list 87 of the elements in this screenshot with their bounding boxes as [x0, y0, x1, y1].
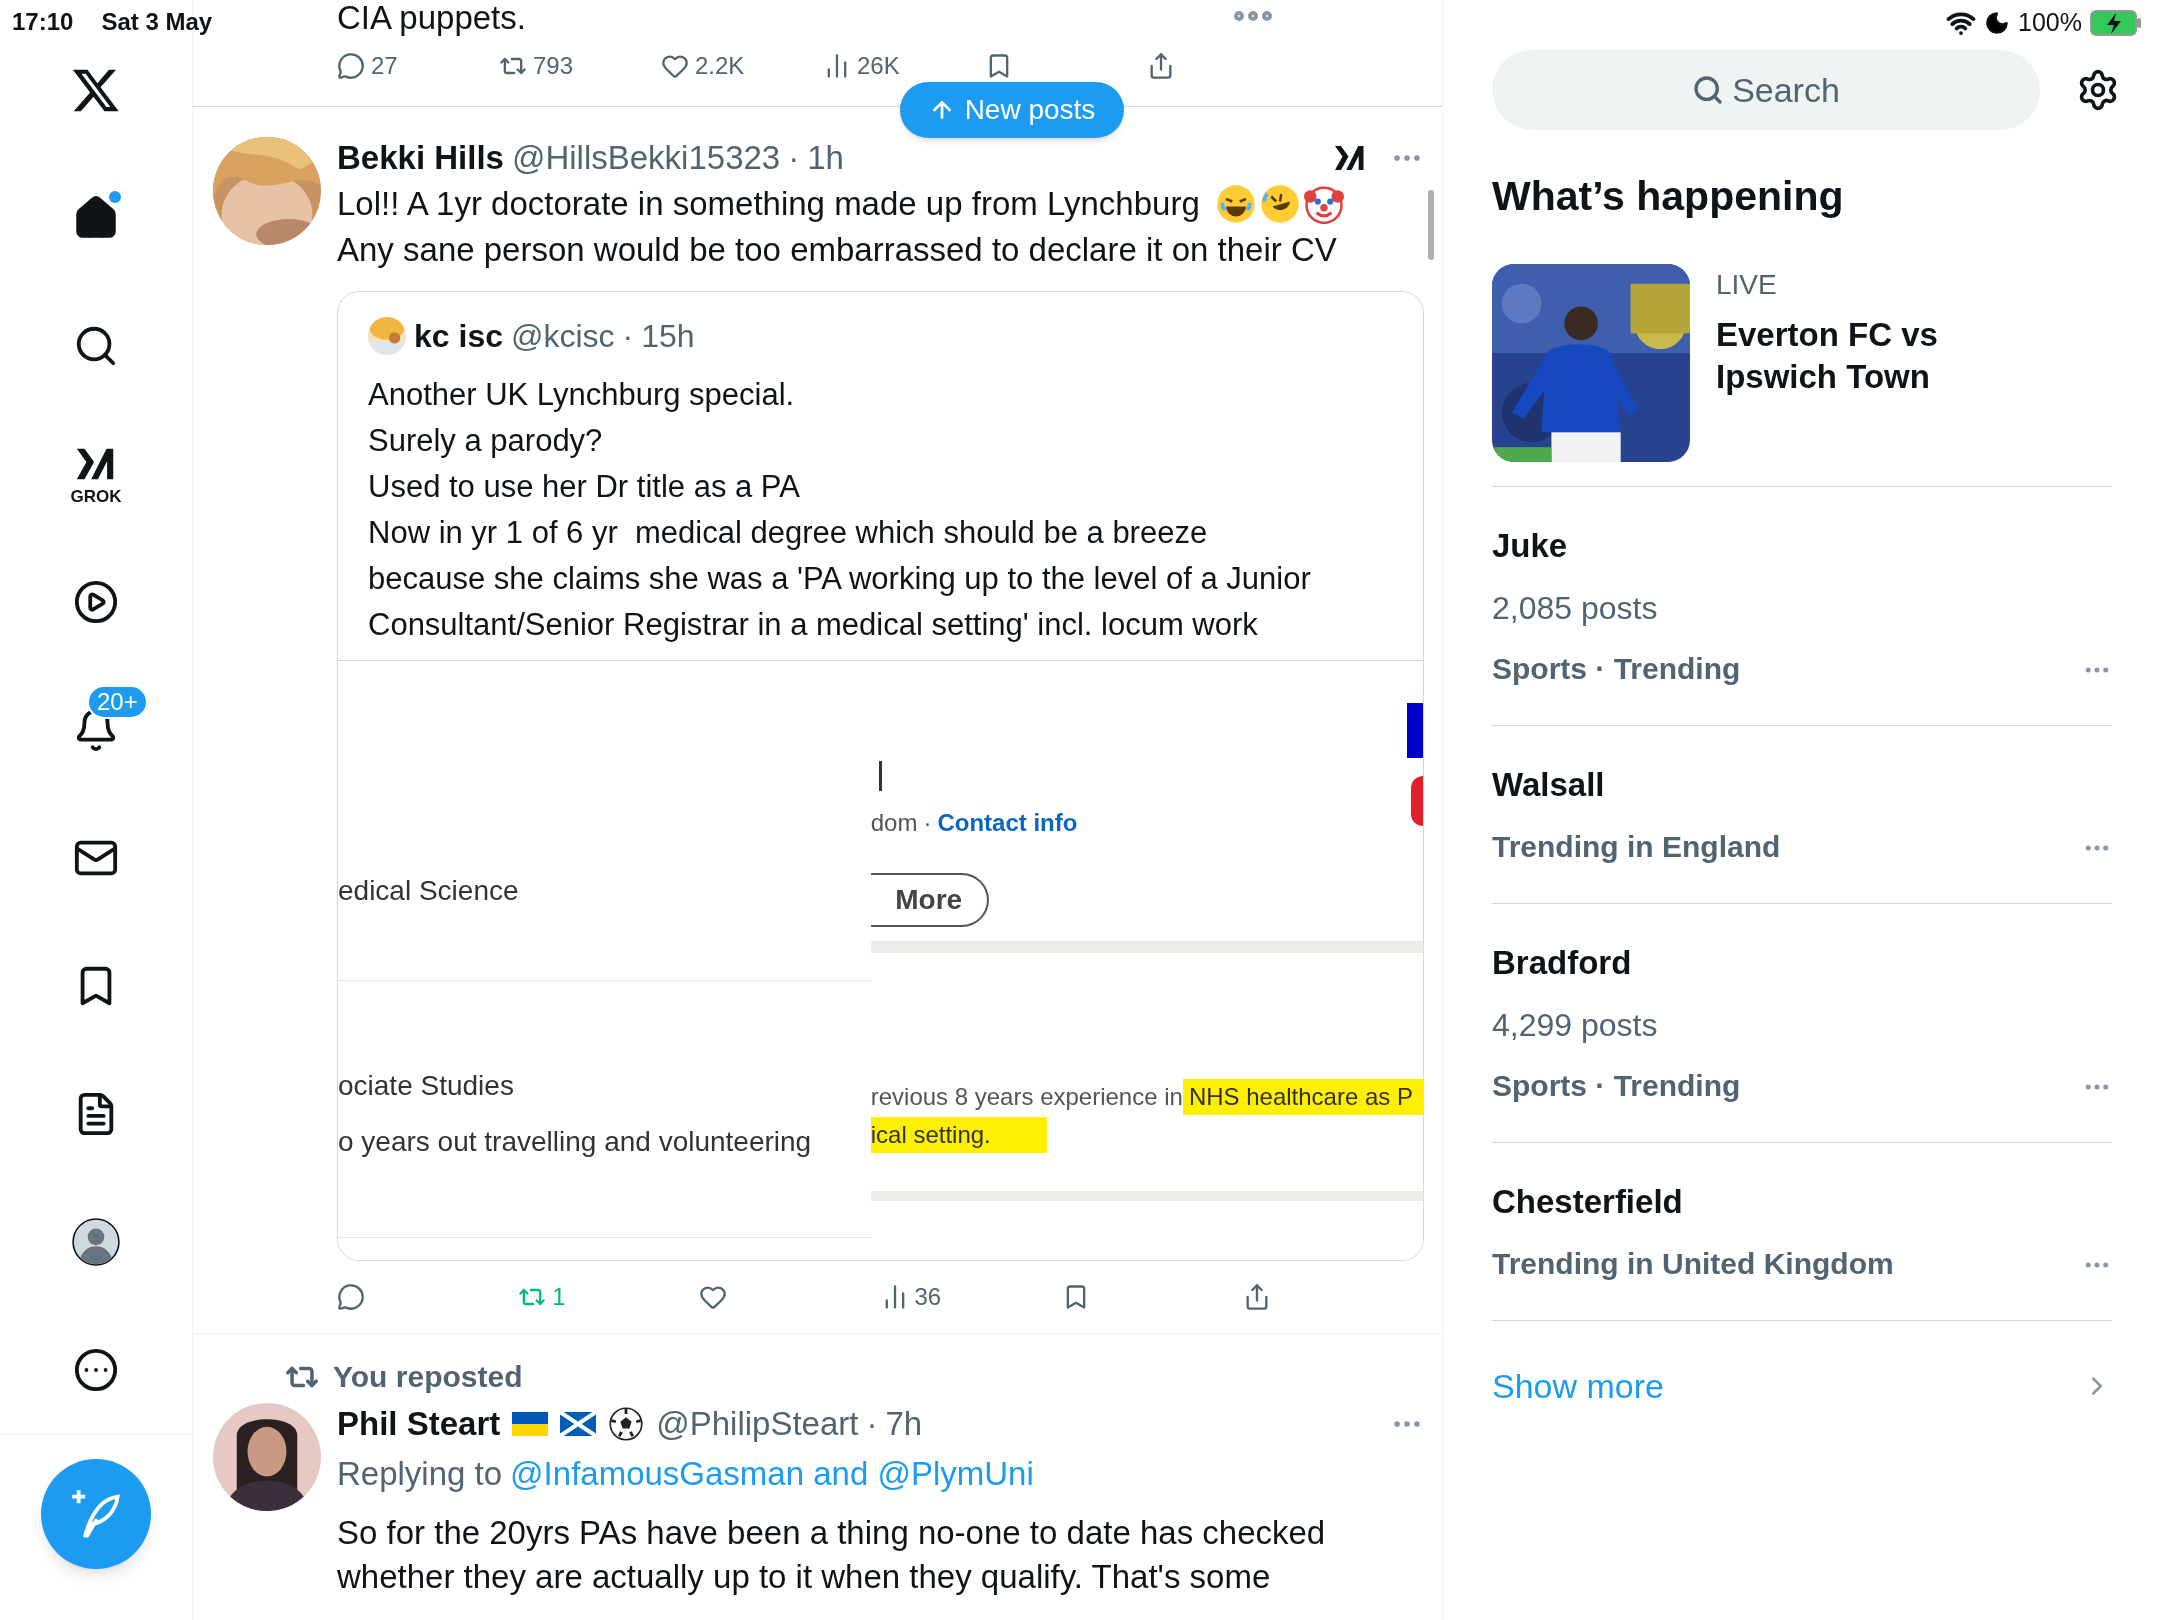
- battery-charging-icon: [2090, 9, 2142, 36]
- screenshot-text: o years out travelling and volunteering: [338, 1125, 813, 1159]
- screenshot-text: edical Science: [338, 874, 520, 908]
- search-icon: [1692, 74, 1724, 106]
- notification-count-badge: 20+: [87, 685, 148, 719]
- contact-info-link[interactable]: Contact info: [937, 805, 1078, 841]
- text-cursor-mark: [878, 761, 882, 791]
- trend-context: Trending in England: [1492, 828, 1781, 865]
- post-text: Lol!! A 1yr doctorate in something made up from Lynchburg: [337, 184, 1200, 224]
- trend-item[interactable]: Chesterfield Trending in United Kingdom: [1492, 1143, 2112, 1321]
- quoted-post-text: Consultant/Senior Registrar in a medical setting' incl. locum work: [368, 606, 1259, 644]
- heart-icon: [661, 52, 689, 80]
- laughing-emoji-icon: [1215, 184, 1256, 224]
- author-handle: @HillsBekki15323: [511, 138, 781, 178]
- battery-percent: 100%: [2018, 7, 2082, 38]
- play-icon[interactable]: [73, 579, 119, 625]
- quoted-post-text: Used to use her Dr title as a PA: [368, 468, 801, 506]
- section-title: What’s happening: [1492, 172, 1845, 221]
- screenshot-text: ociate Studies: [338, 1069, 515, 1103]
- trend-context: Sports · Trending: [1492, 651, 1741, 687]
- separator-dot: ·: [622, 317, 634, 356]
- post-text: whether they are actually up to it when they qualify. That's some: [337, 1557, 1272, 1597]
- quoted-post-text: Surely a parody?: [368, 422, 604, 460]
- rolling-laughing-emoji-icon: [1259, 184, 1300, 224]
- author-handle: @PhilipSteart: [656, 1404, 859, 1444]
- trend-item[interactable]: Bradford 4,299 posts Sports · Trending: [1492, 903, 2112, 1143]
- status-time: 17:10: [12, 7, 74, 37]
- trend-name: Walsall: [1492, 765, 1606, 805]
- post-time: 1h: [807, 138, 844, 178]
- football-icon: [608, 1406, 645, 1442]
- location-text: dom: [870, 808, 918, 838]
- clown-emoji-icon: [1303, 184, 1344, 224]
- trend-name: Chesterfield: [1492, 1182, 1684, 1222]
- event-title: Everton FC vs Ipswich Town: [1716, 314, 1939, 397]
- highlighted-text: ical setting.: [870, 1117, 1047, 1153]
- like-button[interactable]: 2.2K: [661, 48, 745, 84]
- quoted-post-text: Another UK Lynchburg special.: [368, 376, 796, 414]
- scotland-flag-icon: [560, 1412, 597, 1436]
- ukraine-flag-icon: [512, 1412, 549, 1436]
- quoted-post-text: because she claims she was a 'PA working up to the level of a Junior: [368, 560, 1312, 598]
- logo-square-icon: [1407, 703, 1423, 758]
- more-icon[interactable]: [73, 1347, 119, 1393]
- moon-icon: [1984, 9, 2011, 36]
- speech-bubble-icon: [337, 52, 365, 80]
- reposted-label: You reposted: [333, 1359, 523, 1395]
- status-date: Sat 3 May: [101, 7, 213, 37]
- live-event-card[interactable]: LIVE Everton FC vs Ipswich Town: [1492, 263, 2112, 487]
- grok-button[interactable]: GROK: [70, 441, 122, 507]
- more-button[interactable]: More: [870, 873, 989, 927]
- trend-post-count: 4,299 posts: [1492, 1006, 1659, 1045]
- profile-avatar-icon[interactable]: [71, 1217, 121, 1267]
- author-name[interactable]: Bekki Hills: [337, 137, 504, 179]
- author-handle: @kcisc: [510, 317, 615, 356]
- heart-icon: [699, 1283, 728, 1311]
- post-text: So for the 20yrs PAs have been a thing no-one to date has checked: [337, 1513, 1327, 1553]
- post-text: Any sane person would be too embarrassed to declare it on their CV: [337, 230, 1338, 270]
- post-time: 15h: [641, 317, 695, 356]
- post-text: CIA puppets.: [337, 0, 527, 38]
- quoted-post-text: Now in yr 1 of 6 yr medical degree which should be a breeze: [368, 514, 1209, 552]
- scrollbar[interactable]: [1428, 190, 1434, 260]
- speech-bubble-icon: [337, 1283, 365, 1311]
- separator-dot: ·: [866, 1404, 878, 1444]
- screenshot-text: revious 8 years experience in: [870, 1082, 1183, 1112]
- separator-dot: ·: [923, 808, 932, 838]
- trend-post-count: 2,085 posts: [1492, 589, 1659, 628]
- repost-button[interactable]: 793: [499, 48, 574, 84]
- like-button[interactable]: [699, 1283, 728, 1311]
- views-button[interactable]: 36: [880, 1279, 942, 1315]
- trend-item[interactable]: Walsall Trending in England: [1492, 726, 2112, 904]
- trend-name: Juke: [1492, 525, 1569, 566]
- views-button[interactable]: 26K: [823, 48, 900, 84]
- author-name[interactable]: kc isc: [414, 312, 503, 360]
- trend-name: Bradford: [1492, 942, 1633, 983]
- trend-item[interactable]: Juke 2,085 posts Sports · Trending: [1492, 486, 2112, 726]
- home-icon[interactable]: [73, 195, 119, 241]
- live-label: LIVE: [1716, 267, 1778, 302]
- trend-context: Trending in United Kingdom: [1492, 1245, 1894, 1282]
- author-name[interactable]: Phil Steart: [337, 1403, 501, 1445]
- compose-feather-icon: [70, 1488, 122, 1540]
- reply-button[interactable]: [337, 1283, 365, 1311]
- reply-button[interactable]: 27: [337, 48, 398, 84]
- search-field[interactable]: Search: [1492, 50, 2040, 130]
- replying-to-label: Replying to: [337, 1454, 503, 1494]
- highlighted-text: NHS healthcare as P: [1182, 1079, 1423, 1115]
- trend-context: Sports · Trending: [1492, 1068, 1741, 1104]
- separator-dot: ·: [788, 138, 800, 178]
- post-time: 7h: [885, 1404, 923, 1444]
